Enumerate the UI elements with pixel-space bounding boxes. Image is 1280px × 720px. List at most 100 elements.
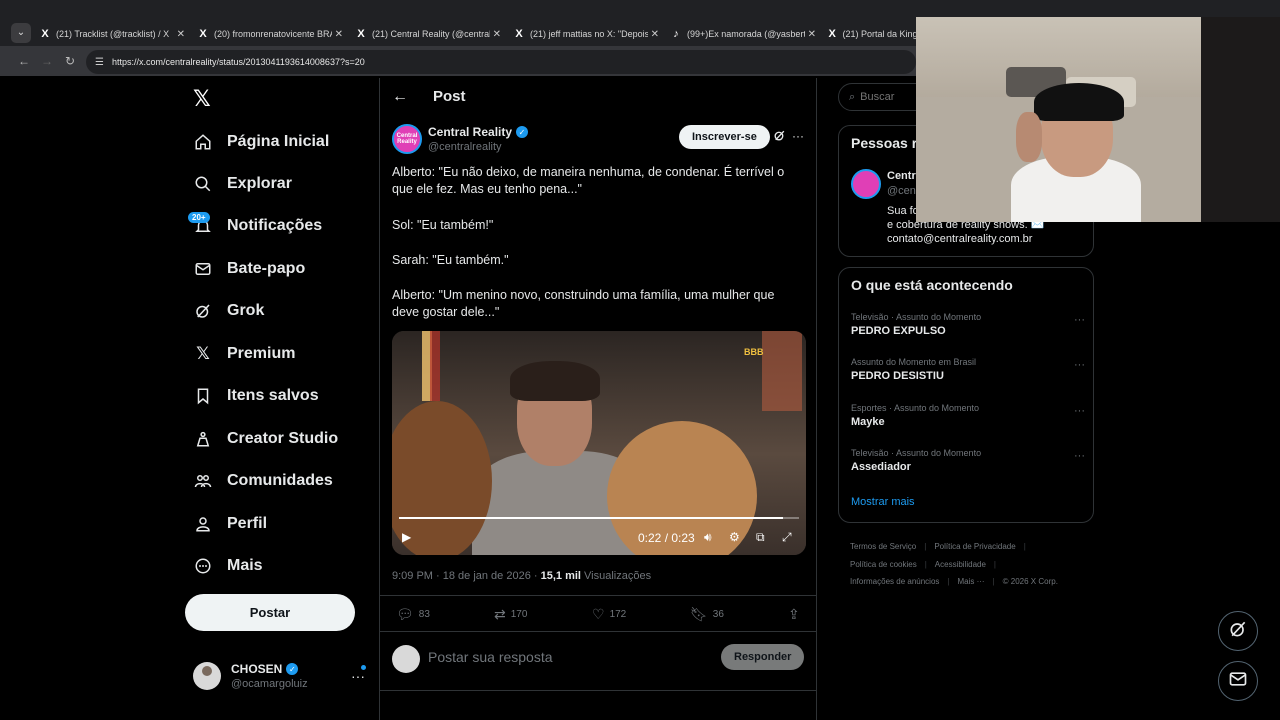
back-arrow-icon[interactable]: ←: [392, 88, 408, 106]
more-icon[interactable]: ···: [1074, 314, 1085, 326]
nav-profile[interactable]: Perfil: [193, 509, 267, 539]
account-name: CHOSEN: [231, 662, 283, 676]
browser-tab-active[interactable]: X (21) Central Reality (@centralre ✕: [356, 22, 501, 46]
messages-floating-button[interactable]: [1218, 661, 1258, 701]
views-count: 15,1 mil: [540, 570, 581, 582]
x-logo-icon[interactable]: 𝕏: [193, 86, 211, 112]
fullscreen-icon[interactable]: ⤢: [782, 530, 792, 545]
post-datetime[interactable]: 9:09 PM · 18 de jan de 2026 ·: [392, 570, 541, 582]
person-name[interactable]: Centr: [887, 170, 916, 182]
volume-icon[interactable]: 🔊︎: [704, 530, 712, 545]
left-navigation: 𝕏 Página Inicial Explorar 20+ Notificaçõ…: [0, 78, 380, 720]
avatar: [392, 645, 420, 673]
reload-icon[interactable]: ↻: [65, 54, 75, 68]
footer-link[interactable]: Política de Privacidade: [934, 542, 1015, 551]
trend-item[interactable]: Televisão · Assunto do Momento Assediado…: [851, 448, 1085, 482]
copyright: © 2026 X Corp.: [1002, 577, 1058, 586]
footer-link[interactable]: Termos de Serviço: [850, 542, 916, 551]
bookmark-icon: [193, 386, 213, 406]
tab-list-dropdown[interactable]: ⌄: [11, 23, 31, 43]
nav-notifications[interactable]: 20+ Notificações: [188, 211, 322, 241]
nav-grok[interactable]: Grok: [193, 296, 264, 326]
browser-tab[interactable]: X (21) Portal da Kings L: [828, 22, 916, 46]
close-tab-icon[interactable]: ✕: [177, 29, 185, 40]
subscribe-button[interactable]: Inscrever-se: [679, 125, 770, 149]
author-avatar[interactable]: Central Reality: [392, 124, 422, 154]
nav-explore[interactable]: Explorar: [193, 169, 292, 199]
forward-icon[interactable]: →: [41, 54, 53, 68]
show-more-link[interactable]: Mostrar mais: [851, 496, 915, 508]
author-handle[interactable]: @centralreality: [428, 141, 502, 153]
url-field[interactable]: ☰ https://x.com/centralreality/status/20…: [86, 50, 916, 74]
browser-tab[interactable]: ♪ (99+)Ex namorada (@yasberto ✕: [671, 22, 816, 46]
footer-link[interactable]: Acessibilidade: [935, 560, 986, 569]
reply-input[interactable]: Postar sua resposta: [428, 649, 553, 665]
grok-icon[interactable]: [773, 129, 786, 145]
trend-item[interactable]: Esportes · Assunto do Momento Mayke ···: [851, 403, 1085, 437]
pip-icon[interactable]: ⧉: [756, 530, 765, 545]
verified-icon: ✓: [516, 126, 529, 138]
close-tab-icon[interactable]: ✕: [493, 29, 501, 40]
post-text: Alberto: "Eu não deixo, de maneira nenhu…: [392, 165, 785, 196]
video-progress-fill: [399, 517, 783, 519]
browser-tab[interactable]: X (20) fromonrenatovicente BRASIL ✕: [198, 22, 343, 46]
play-icon[interactable]: ▶: [402, 530, 411, 544]
video-progress-bar[interactable]: [399, 517, 799, 519]
close-tab-icon[interactable]: ✕: [335, 29, 343, 40]
share-icon: ⇪: [788, 606, 800, 622]
close-tab-icon[interactable]: ✕: [651, 29, 659, 40]
close-tab-icon[interactable]: ✕: [808, 29, 816, 40]
avatar: [193, 662, 221, 690]
reply-icon: 💬︎: [396, 606, 414, 622]
more-icon[interactable]: ···: [1074, 359, 1085, 371]
nav-creator-studio[interactable]: Creator Studio: [193, 424, 338, 454]
post-text: Sarah: "Eu também.": [392, 253, 509, 267]
reply-action[interactable]: 💬︎ 83: [396, 606, 430, 623]
nav-bookmarks[interactable]: Itens salvos: [193, 381, 319, 411]
avatar[interactable]: [851, 169, 881, 199]
nav-communities[interactable]: Comunidades: [193, 466, 333, 496]
footer-link[interactable]: Política de cookies: [850, 560, 917, 569]
trend-item[interactable]: Assunto do Momento em Brasil PEDRO DESIS…: [851, 357, 1085, 391]
share-action[interactable]: ⇪: [788, 606, 805, 623]
nav-more[interactable]: Mais: [193, 551, 263, 581]
grok-icon: [1228, 619, 1248, 644]
people-icon: [193, 471, 213, 491]
site-settings-icon[interactable]: ☰: [95, 57, 104, 68]
grok-floating-button[interactable]: [1218, 611, 1258, 651]
trend-item[interactable]: Televisão · Assunto do Momento PEDRO EXP…: [851, 312, 1085, 346]
post-button[interactable]: Postar: [185, 594, 355, 631]
back-icon[interactable]: ←: [18, 54, 30, 68]
heart-icon: ♡: [592, 606, 605, 622]
nav-premium[interactable]: 𝕏 Premium: [193, 339, 295, 369]
author-name[interactable]: Central Reality: [428, 125, 512, 139]
unread-dot: [361, 665, 366, 670]
nav-chat[interactable]: Bate-papo: [193, 254, 305, 284]
reply-button[interactable]: Responder: [721, 644, 805, 670]
divider: [380, 631, 817, 632]
tiktok-favicon-icon: ♪: [673, 28, 679, 40]
nav-home[interactable]: Página Inicial: [193, 127, 329, 157]
more-icon[interactable]: ···: [792, 129, 804, 143]
post-actions: 💬︎ 83 ⇄ 170 ♡ 172 🔖︎ 36 ⇪: [392, 606, 804, 626]
trends-card: O que está acontecendo Televisão · Assun…: [838, 267, 1094, 523]
video-time: 0:22 / 0:23: [638, 531, 695, 545]
footer-link[interactable]: Informações de anúncios: [850, 577, 939, 586]
post-text: Alberto: "Um menino novo, construindo um…: [392, 288, 775, 319]
repost-action[interactable]: ⇄ 170: [494, 606, 527, 623]
like-action[interactable]: ♡ 172: [592, 606, 626, 623]
bookmark-action[interactable]: 🔖︎ 36: [690, 606, 724, 623]
more-icon[interactable]: ···: [351, 668, 365, 684]
video-player[interactable]: BBB ▶ 0:22 / 0:23 🔊︎ ⚙ ⧉ ⤢: [392, 331, 806, 555]
account-switcher[interactable]: CHOSEN ✓ @ocamargoluiz ···: [193, 660, 373, 696]
settings-icon[interactable]: ⚙: [729, 530, 740, 544]
footer-link[interactable]: Mais ···: [957, 577, 984, 586]
browser-tab[interactable]: X (21) Tracklist (@tracklist) / X ✕: [40, 22, 185, 46]
x-favicon-icon: X: [199, 28, 207, 40]
more-icon[interactable]: ···: [1074, 450, 1085, 462]
browser-tab[interactable]: X (21) jeff mattias no X: "Depois d ✕: [514, 22, 659, 46]
more-icon[interactable]: ···: [1074, 405, 1085, 417]
repost-icon: ⇄: [494, 606, 506, 622]
bbb-logo: BBB: [744, 347, 764, 357]
notification-badge: 20+: [188, 212, 210, 223]
